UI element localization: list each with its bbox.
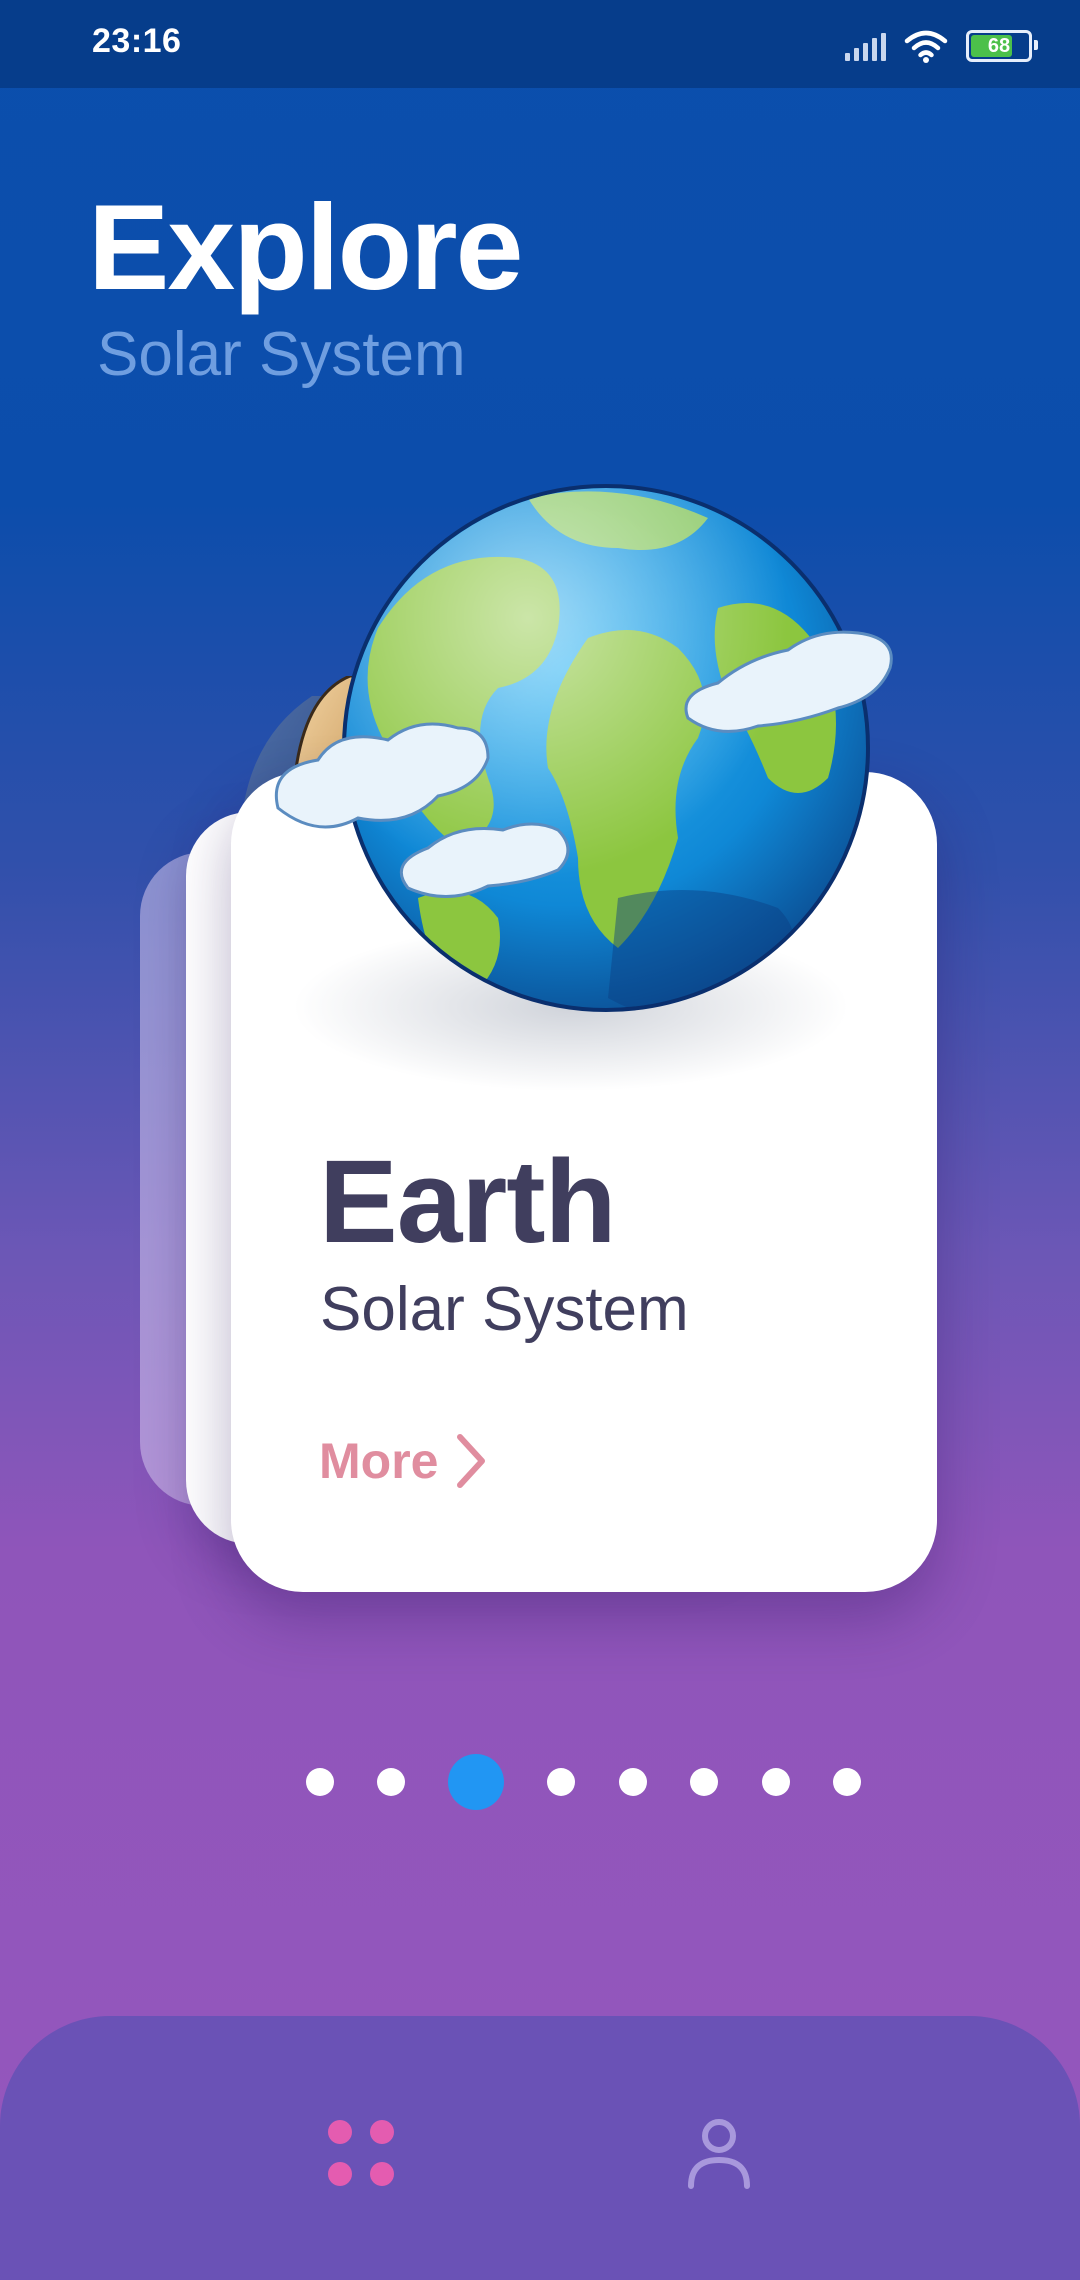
grid-dots-icon bbox=[328, 2120, 394, 2186]
more-label: More bbox=[319, 1433, 439, 1489]
card-subtitle: Solar System bbox=[320, 1275, 689, 1344]
status-bar: 23:16 68 bbox=[0, 0, 1080, 88]
page-dot-3-active[interactable] bbox=[448, 1754, 504, 1810]
page-dot-2[interactable] bbox=[377, 1768, 405, 1796]
earth-planet-illustration[interactable] bbox=[258, 478, 908, 1038]
nav-profile-button[interactable] bbox=[674, 2108, 764, 2198]
page-dot-1[interactable] bbox=[306, 1768, 334, 1796]
page-dot-4[interactable] bbox=[547, 1768, 575, 1796]
page-dot-6[interactable] bbox=[690, 1768, 718, 1796]
status-icons: 68 bbox=[845, 26, 1038, 66]
more-button[interactable]: More bbox=[319, 1432, 488, 1490]
signal-icon bbox=[845, 31, 886, 61]
card-title: Earth bbox=[319, 1136, 617, 1268]
page-dot-5[interactable] bbox=[619, 1768, 647, 1796]
page-title: Explore bbox=[88, 179, 523, 315]
page-dot-8[interactable] bbox=[833, 1768, 861, 1796]
battery-icon: 68 bbox=[966, 30, 1038, 62]
battery-level: 68 bbox=[987, 34, 1011, 57]
nav-home-button[interactable] bbox=[316, 2108, 406, 2198]
user-icon bbox=[688, 2119, 750, 2189]
wifi-icon bbox=[904, 30, 948, 63]
pagination-dots bbox=[290, 1750, 890, 1814]
bottom-navigation bbox=[0, 2016, 1080, 2280]
status-time: 23:16 bbox=[92, 22, 182, 60]
page-dot-7[interactable] bbox=[762, 1768, 790, 1796]
page-subtitle: Solar System bbox=[97, 320, 466, 389]
chevron-right-icon bbox=[457, 1434, 486, 1488]
